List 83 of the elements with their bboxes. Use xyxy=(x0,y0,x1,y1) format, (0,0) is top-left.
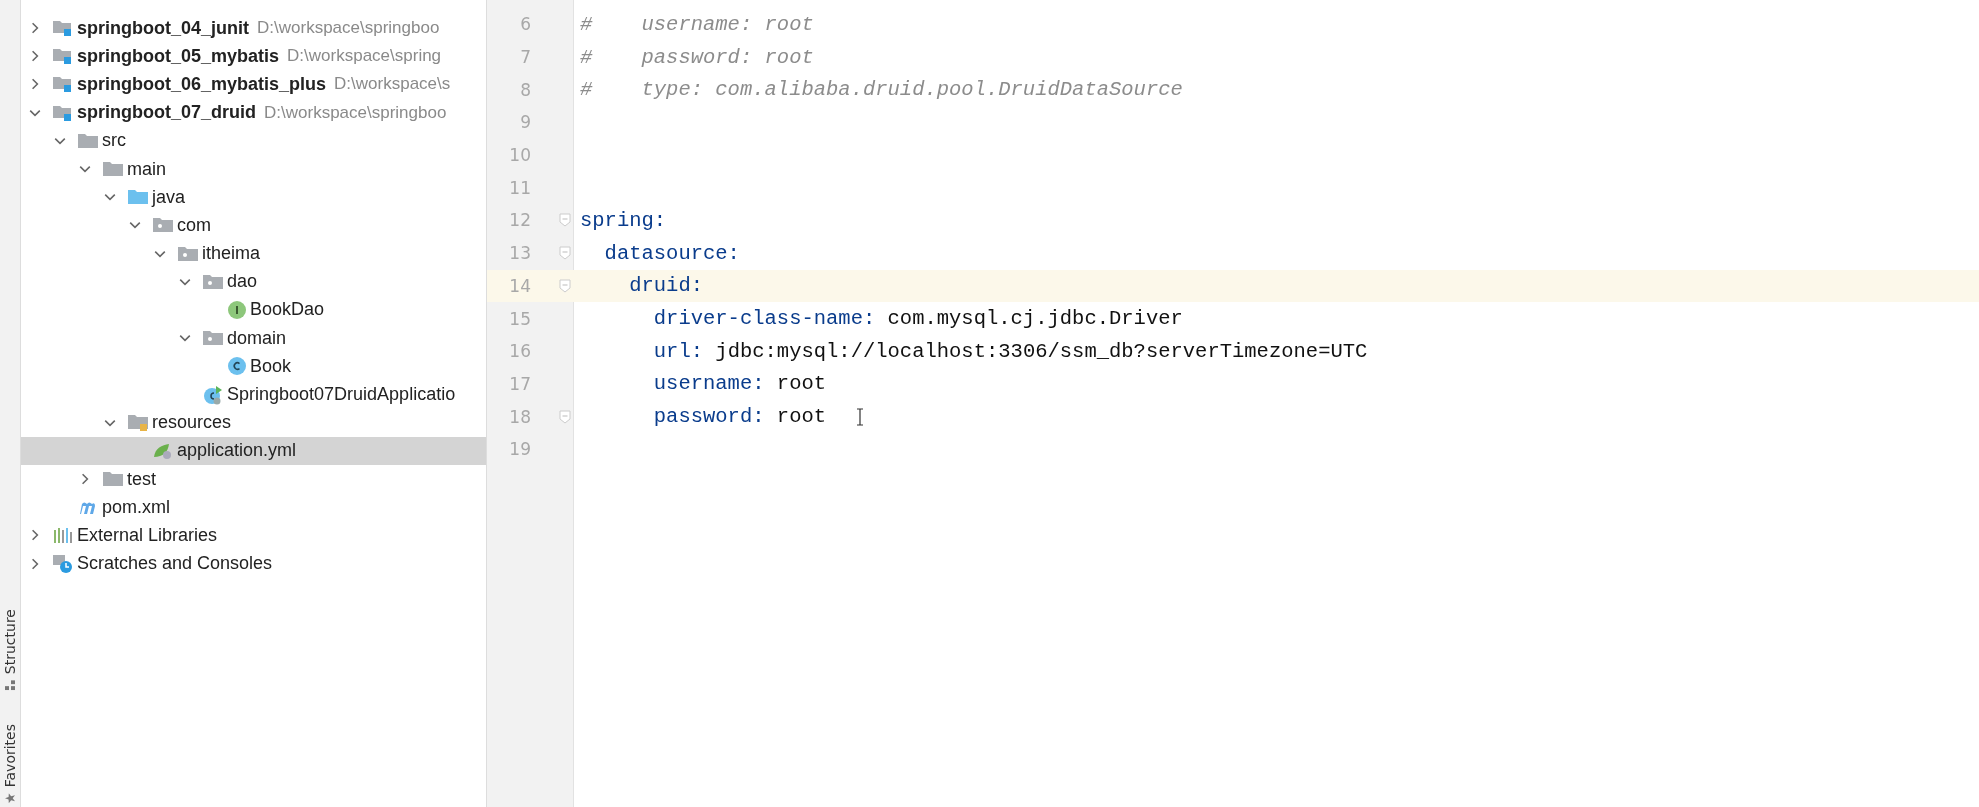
star-icon xyxy=(5,793,15,803)
tree-item[interactable]: dao xyxy=(21,267,486,296)
tree-item[interactable]: java xyxy=(21,183,486,212)
folder-icon xyxy=(78,132,98,149)
interface-icon xyxy=(228,300,246,319)
line-number: 9 xyxy=(519,112,531,133)
line-number: 17 xyxy=(508,373,531,394)
code-line: username: root xyxy=(652,372,827,396)
package-icon xyxy=(203,273,223,290)
tree-item[interactable]: springboot_06_mybatis_plus D:\workspace\s xyxy=(21,70,486,99)
text-cursor-icon xyxy=(856,407,865,426)
tree-item[interactable]: com xyxy=(21,211,486,240)
line-number: 11 xyxy=(508,177,531,198)
tree-item[interactable]: application.yml xyxy=(21,436,486,465)
fold-marker-icon[interactable] xyxy=(559,213,571,228)
line-number: 10 xyxy=(508,145,531,166)
tree-item[interactable]: itheima xyxy=(21,239,486,268)
package-icon xyxy=(153,217,173,234)
line-number: 15 xyxy=(508,308,531,329)
code-line: druid: xyxy=(628,274,704,298)
chevron-right-icon[interactable] xyxy=(29,50,41,63)
folder-icon xyxy=(103,471,123,488)
folder-icon xyxy=(128,189,148,206)
module-folder-icon xyxy=(53,47,73,66)
tree-item[interactable]: springboot_05_mybatis D:\workspace\spring xyxy=(21,42,486,71)
tree-item[interactable]: test xyxy=(21,465,486,494)
module-folder-icon xyxy=(53,19,73,38)
code-comment: # type: com.alibaba.druid.pool.DruidDataSource xyxy=(580,78,1183,102)
tree-item[interactable]: BookDao xyxy=(21,295,486,325)
fold-marker-icon[interactable] xyxy=(559,246,571,261)
code-line: driver-class-name: com.mysql.cj.jdbc.Driver xyxy=(652,307,1183,331)
module-folder-icon xyxy=(53,75,73,94)
module-path: D:\workspace\spring xyxy=(287,46,442,67)
package-icon xyxy=(178,245,198,262)
chevron-right-icon[interactable] xyxy=(29,529,41,542)
folder-icon xyxy=(103,161,123,178)
tree-item[interactable]: Springboot07DruidApplicatio xyxy=(21,380,486,409)
code-comment: # password: root xyxy=(580,45,814,69)
chevron-right-icon[interactable] xyxy=(79,473,91,486)
fold-marker-icon[interactable] xyxy=(559,278,571,293)
tree-item[interactable]: resources xyxy=(21,408,486,437)
code-line: url: jdbc:mysql://localhost:3306/ssm_db?serverTimezone=UTC xyxy=(652,339,1368,363)
leaf-file-icon xyxy=(153,441,173,460)
chevron-right-icon[interactable] xyxy=(29,557,41,570)
code-line: spring: xyxy=(580,208,667,232)
module-path: D:\workspace\springboo xyxy=(257,18,440,39)
tree-item[interactable]: Scratches and Consoles xyxy=(21,549,486,578)
module-path: D:\workspace\s xyxy=(334,74,451,95)
tree-item[interactable]: src xyxy=(21,126,486,155)
line-number: 19 xyxy=(508,439,531,460)
line-number: 12 xyxy=(508,210,531,231)
chevron-right-icon[interactable] xyxy=(29,22,41,35)
tree-item[interactable]: Book xyxy=(21,352,486,381)
side-tab[interactable]: Structure xyxy=(0,608,20,690)
class-icon xyxy=(228,357,246,376)
line-number: 7 xyxy=(519,47,531,68)
library-bars-icon xyxy=(53,527,73,544)
line-number: 14 xyxy=(508,275,531,296)
code-line: password: root xyxy=(652,405,827,429)
line-number: 18 xyxy=(508,406,531,427)
line-number: 13 xyxy=(508,243,531,264)
code-line: datasource: xyxy=(603,241,740,265)
tree-item[interactable]: springboot_07_druid D:\workspace\springboo xyxy=(21,98,486,127)
tree-item[interactable]: springboot_04_junit D:\workspace\springboo xyxy=(21,14,486,43)
module-folder-icon xyxy=(53,103,73,122)
chevron-right-icon[interactable] xyxy=(29,78,41,91)
tree-item[interactable]: main xyxy=(21,154,486,184)
line-number: 8 xyxy=(519,79,531,100)
fold-marker-icon[interactable] xyxy=(559,409,571,424)
module-path: D:\workspace\springboo xyxy=(264,102,447,123)
line-number: 6 xyxy=(519,14,531,35)
code-comment: # username: root xyxy=(580,12,814,36)
application-class-icon xyxy=(203,384,223,405)
structure-icon xyxy=(5,679,15,690)
maven-icon xyxy=(78,500,98,515)
side-tab[interactable]: Favorites xyxy=(0,723,20,803)
tree-item[interactable]: domain xyxy=(21,324,486,353)
resources-folder-icon xyxy=(128,413,148,432)
scratches-icon xyxy=(53,553,73,574)
package-icon xyxy=(203,330,223,347)
line-number: 16 xyxy=(508,341,531,362)
tree-item[interactable]: External Libraries xyxy=(21,521,486,550)
tree-item[interactable]: pom.xml xyxy=(21,493,486,522)
